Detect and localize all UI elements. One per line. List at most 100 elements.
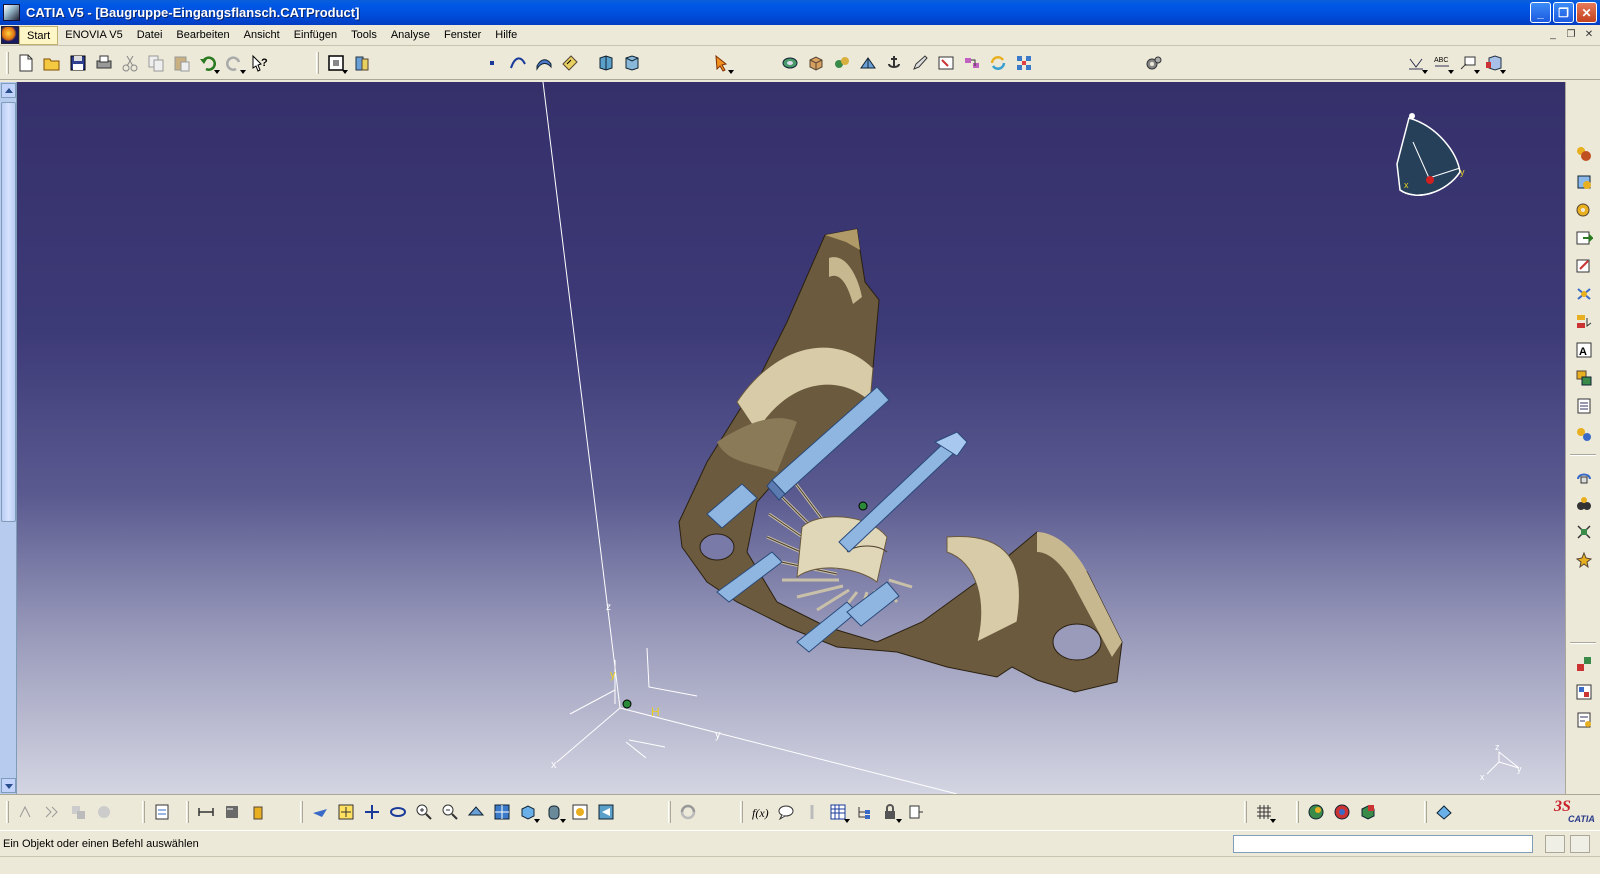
zoom-out-icon[interactable] xyxy=(438,800,462,824)
analyze-4-icon[interactable] xyxy=(92,800,116,824)
compass-widget[interactable]: x y xyxy=(1396,113,1465,196)
pencil-icon[interactable] xyxy=(908,51,932,75)
anchor-icon[interactable] xyxy=(882,51,906,75)
fix-icon[interactable] xyxy=(856,51,880,75)
shading-icon[interactable] xyxy=(542,800,566,824)
menu-hilfe[interactable]: Hilfe xyxy=(488,26,524,45)
analyze-3-icon[interactable] xyxy=(66,800,90,824)
table-icon[interactable] xyxy=(826,800,850,824)
select-arrow-icon[interactable] xyxy=(710,51,734,75)
compass-center-dot[interactable] xyxy=(1426,176,1434,184)
annotation-icon[interactable] xyxy=(1456,51,1480,75)
stop-on-clash-icon[interactable] xyxy=(1572,548,1596,572)
flange-part[interactable] xyxy=(678,228,1123,693)
comment-icon[interactable] xyxy=(774,800,798,824)
catalog-icon[interactable] xyxy=(350,51,374,75)
toolbar-grip[interactable] xyxy=(668,801,671,823)
formula-icon[interactable]: f(x) xyxy=(748,800,772,824)
cut-icon[interactable] xyxy=(118,51,142,75)
point-icon[interactable] xyxy=(480,51,504,75)
3d-viewport[interactable]: z y H y x x y z y x xyxy=(17,82,1565,794)
status-button-1[interactable] xyxy=(1545,835,1565,853)
constraint-2-icon[interactable] xyxy=(1572,680,1596,704)
paste-icon[interactable] xyxy=(170,51,194,75)
knowledge-icon[interactable] xyxy=(800,800,824,824)
toolbar-grip[interactable] xyxy=(300,801,303,823)
scroll-up-arrow[interactable] xyxy=(1,83,16,98)
settings-gear-icon[interactable] xyxy=(1142,51,1166,75)
zoom-in-icon[interactable] xyxy=(412,800,436,824)
curve-icon[interactable] xyxy=(506,51,530,75)
toolbar-grip[interactable] xyxy=(740,801,743,823)
new-component-icon[interactable] xyxy=(1572,142,1596,166)
rotate-icon[interactable] xyxy=(386,800,410,824)
tree-icon[interactable] xyxy=(852,800,876,824)
render-2-icon[interactable] xyxy=(1330,800,1354,824)
catia-app-icon[interactable] xyxy=(3,4,20,21)
menu-einfuegen[interactable]: Einfügen xyxy=(287,26,344,45)
abc-icon[interactable]: ABC xyxy=(1430,51,1454,75)
swap-space-icon[interactable] xyxy=(594,800,618,824)
view-back-icon[interactable] xyxy=(620,51,644,75)
assembly-constraint-2-icon[interactable] xyxy=(804,51,828,75)
surface-icon[interactable] xyxy=(532,51,556,75)
viewport-scrollbar[interactable] xyxy=(0,82,17,794)
doc-restore-button[interactable]: ❐ xyxy=(1564,28,1578,42)
toolbar-grip[interactable] xyxy=(6,52,9,74)
menu-datei[interactable]: Datei xyxy=(130,26,170,45)
document-menu-icon[interactable] xyxy=(1,26,19,44)
toolbar-grip[interactable] xyxy=(6,801,9,823)
manage-representations-icon[interactable] xyxy=(1572,394,1596,418)
generate-numbering-icon[interactable]: A xyxy=(1572,338,1596,362)
analyze-1-icon[interactable] xyxy=(14,800,38,824)
toolbar-grip[interactable] xyxy=(186,801,189,823)
pan-icon[interactable] xyxy=(360,800,384,824)
menu-fenster[interactable]: Fenster xyxy=(437,26,488,45)
maximize-button[interactable]: ❐ xyxy=(1553,2,1574,23)
copy-icon[interactable] xyxy=(144,51,168,75)
doc-minimize-button[interactable]: _ xyxy=(1546,28,1560,42)
command-input[interactable] xyxy=(1233,835,1533,853)
origin-marker[interactable] xyxy=(622,699,632,709)
doc-close-button[interactable]: ✕ xyxy=(1582,28,1596,42)
render-3-icon[interactable] xyxy=(1356,800,1380,824)
measure-icon[interactable] xyxy=(1404,51,1428,75)
multi-view-icon[interactable] xyxy=(490,800,514,824)
open-icon[interactable] xyxy=(40,51,64,75)
update-icon[interactable] xyxy=(676,800,700,824)
new-product-icon[interactable] xyxy=(1572,170,1596,194)
multi-instantiation-icon[interactable] xyxy=(1572,422,1596,446)
toolbar-grip[interactable] xyxy=(316,52,319,74)
new-icon[interactable] xyxy=(14,51,38,75)
close-button[interactable]: ✕ xyxy=(1576,2,1597,23)
replace-component-icon[interactable] xyxy=(1572,282,1596,306)
explode-move-icon[interactable] xyxy=(1572,520,1596,544)
snap-move-icon[interactable] xyxy=(1572,492,1596,516)
part-origin-marker[interactable] xyxy=(858,501,868,511)
assembly-constraint-3-icon[interactable] xyxy=(830,51,854,75)
whats-this-icon[interactable]: ? xyxy=(248,51,272,75)
redo-icon[interactable] xyxy=(222,51,246,75)
reconnect-icon[interactable] xyxy=(960,51,984,75)
menu-tools[interactable]: Tools xyxy=(344,26,384,45)
lock-icon[interactable] xyxy=(878,800,902,824)
explode-icon[interactable] xyxy=(1012,51,1036,75)
fit-all-icon[interactable] xyxy=(334,800,358,824)
snap-icon[interactable] xyxy=(934,51,958,75)
menu-ansicht[interactable]: Ansicht xyxy=(237,26,287,45)
menu-start[interactable]: Start xyxy=(19,25,59,45)
menu-enovia[interactable]: ENOVIA V5 xyxy=(58,26,129,45)
rule-icon[interactable] xyxy=(904,800,928,824)
save-icon[interactable] xyxy=(66,51,90,75)
render-1-icon[interactable] xyxy=(1304,800,1328,824)
measure-between-icon[interactable] xyxy=(194,800,218,824)
sheet-icon[interactable] xyxy=(1432,800,1456,824)
minimize-button[interactable]: _ xyxy=(1530,2,1551,23)
existing-component-icon[interactable] xyxy=(1572,226,1596,250)
toolbar-grip[interactable] xyxy=(1296,801,1299,823)
existing-positioning-icon[interactable] xyxy=(1572,254,1596,278)
normal-view-icon[interactable] xyxy=(464,800,488,824)
constraint-1-icon[interactable] xyxy=(1572,652,1596,676)
scroll-thumb[interactable] xyxy=(1,102,16,522)
graph-tree-reorder-icon[interactable] xyxy=(1572,310,1596,334)
